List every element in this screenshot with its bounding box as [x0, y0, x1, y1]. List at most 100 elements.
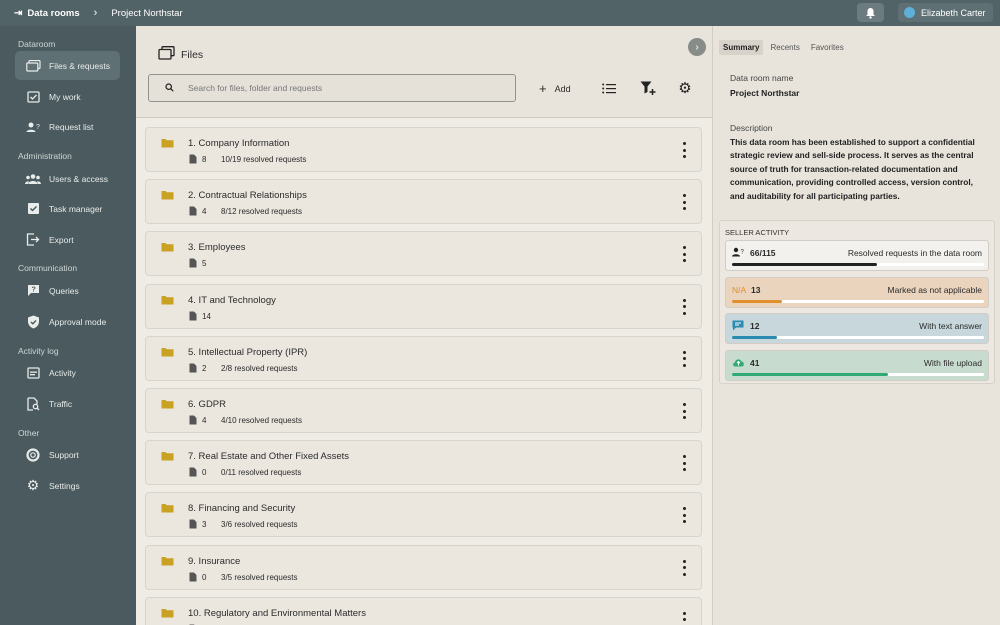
folder-row[interactable]: 8. Financing and Security 3 3/6 resolved r… — [145, 492, 702, 538]
more-vertical-icon — [682, 246, 686, 250]
more-options-button[interactable] — [678, 298, 690, 315]
folder-row[interactable]: 6. GDPR 4 4/10 resolved requests — [145, 388, 702, 433]
description-label: Description — [730, 123, 773, 133]
folder-row[interactable]: 5. Intellectual Property (IPR) 2 2/8 resol… — [145, 335, 702, 381]
section-administration: Administration — [18, 151, 72, 161]
file-count: 4 — [202, 207, 207, 217]
breadcrumb-data-rooms[interactable]: ⇥ Data rooms — [14, 8, 80, 19]
tab-summary[interactable]: Summary — [719, 40, 764, 55]
stat-progress-track — [732, 263, 984, 266]
summary-panel: Summary Recents Favorites Data room name… — [712, 26, 1000, 625]
more-vertical-icon — [682, 559, 686, 563]
summary-tabs: Summary Recents Favorites — [719, 40, 851, 55]
stat-value: 13 — [751, 284, 761, 295]
sidebar-item-approval-mode[interactable]: Approval mode — [15, 307, 120, 336]
folder-row[interactable]: 7. Real Estate and Other Fixed Assets 0 0/… — [145, 440, 702, 486]
section-communication: Communication — [18, 263, 78, 273]
resolved-requests: 4/10 resolved requests — [221, 416, 302, 425]
folder-name: 7. Real Estate and Other Fixed Assets — [188, 451, 350, 463]
file-count: 14 — [202, 311, 211, 321]
svg-text:?: ? — [36, 124, 40, 131]
folder-icon — [161, 190, 174, 202]
stat-value: 12 — [750, 321, 760, 331]
more-vertical-icon — [682, 194, 686, 198]
section-dataroom: Dataroom — [18, 39, 56, 49]
list-view-button[interactable] — [600, 79, 618, 97]
file-count: 8 — [202, 155, 207, 164]
document-icon — [189, 363, 197, 375]
folder-row[interactable]: 3. Employees 5 — [145, 231, 702, 277]
sidebar-item-export[interactable]: Export — [15, 225, 120, 254]
more-options-button[interactable] — [678, 507, 690, 524]
folder-icon — [161, 399, 174, 411]
stat-progress-fill — [732, 336, 778, 339]
sidebar-item-users-access[interactable]: Users & access — [15, 164, 120, 193]
file-count: 0 — [202, 468, 207, 478]
sidebar-item-my-work[interactable]: My work — [15, 82, 120, 111]
sidebar-item-label: Approval mode — [49, 316, 107, 327]
filter-plus-icon — [640, 81, 656, 95]
sidebar-item-activity[interactable]: Activity — [15, 358, 120, 387]
stat-card: 12 With text answer — [725, 313, 989, 344]
more-options-button[interactable] — [678, 246, 690, 263]
more-options-button[interactable] — [678, 350, 690, 367]
settings-button[interactable]: ⚙ — [676, 79, 694, 97]
tab-recents[interactable]: Recents — [766, 40, 803, 55]
sidebar-item-support[interactable]: Support — [15, 440, 120, 469]
file-count: 2 — [202, 363, 207, 373]
document-icon — [189, 311, 197, 323]
files-header: Files › + Add ⚙ — [136, 26, 712, 118]
stat-label: With text answer — [919, 321, 982, 331]
sidebar-item-queries[interactable]: ? Queries — [15, 276, 120, 305]
data-room-name-value: Project Northstar — [730, 88, 800, 98]
breadcrumb-data-rooms-label: Data rooms — [27, 7, 80, 19]
more-options-button[interactable] — [678, 455, 690, 472]
stat-label: Marked as not applicable — [887, 284, 982, 295]
sidebar-item-task-manager[interactable]: Task manager — [15, 194, 120, 223]
chevron-right-icon: › — [93, 7, 98, 19]
stat-value: 41 — [750, 357, 760, 368]
task-icon — [25, 201, 41, 217]
folder-row[interactable]: 9. Insurance 0 3/5 resolved requests — [145, 544, 702, 590]
bell-icon — [866, 7, 875, 19]
stat-progress-fill — [732, 299, 783, 303]
folder-row[interactable]: 10. Regulatory and Environmental Matters — [145, 596, 702, 625]
page-title-label: Files — [181, 48, 204, 61]
sidebar-item-files-requests[interactable]: Files & requests — [15, 51, 120, 80]
sidebar-item-settings[interactable]: ⚙ Settings — [15, 471, 120, 500]
not-applicable-badge: N/A — [732, 284, 747, 295]
sidebar-item-request-list[interactable]: ? Request list — [15, 112, 120, 141]
more-vertical-icon — [682, 611, 686, 615]
document-icon — [189, 519, 197, 531]
tab-favorites[interactable]: Favorites — [807, 40, 848, 55]
add-button-label: Add — [554, 83, 571, 94]
more-vertical-icon — [682, 142, 686, 145]
sidebar-item-label: Users & access — [49, 173, 109, 184]
notifications-button[interactable] — [857, 3, 884, 22]
file-count: 4 — [202, 416, 207, 425]
add-filter-button[interactable] — [639, 79, 657, 97]
user-menu-button[interactable]: Elizabeth Carter — [898, 3, 993, 22]
search-field[interactable] — [148, 74, 516, 102]
more-options-button[interactable] — [678, 142, 690, 158]
more-options-button[interactable] — [678, 611, 690, 625]
shield-check-icon — [25, 314, 41, 330]
more-options-button[interactable] — [678, 403, 690, 419]
file-count: 5 — [202, 259, 207, 269]
folder-icon — [161, 451, 174, 463]
avatar — [904, 7, 915, 18]
list-icon — [602, 83, 616, 93]
collapse-panel-button[interactable]: › — [688, 38, 706, 56]
search-input[interactable] — [188, 83, 488, 93]
folder-name: 9. Insurance — [188, 555, 241, 567]
folder-row[interactable]: 4. IT and Technology 14 — [145, 283, 702, 329]
more-options-button[interactable] — [678, 559, 690, 576]
folder-row[interactable]: 2. Contractual Relationships 4 8/12 resolv… — [145, 179, 702, 225]
plus-icon: + — [539, 81, 547, 96]
add-button[interactable]: + Add — [539, 81, 571, 96]
sidebar-item-traffic[interactable]: Traffic — [15, 389, 120, 418]
more-options-button[interactable] — [678, 194, 690, 211]
folder-icon — [161, 242, 174, 254]
folder-row[interactable]: 1. Company Information 8 10/19 resolved re… — [145, 127, 702, 172]
user-name: Elizabeth Carter — [921, 7, 986, 18]
